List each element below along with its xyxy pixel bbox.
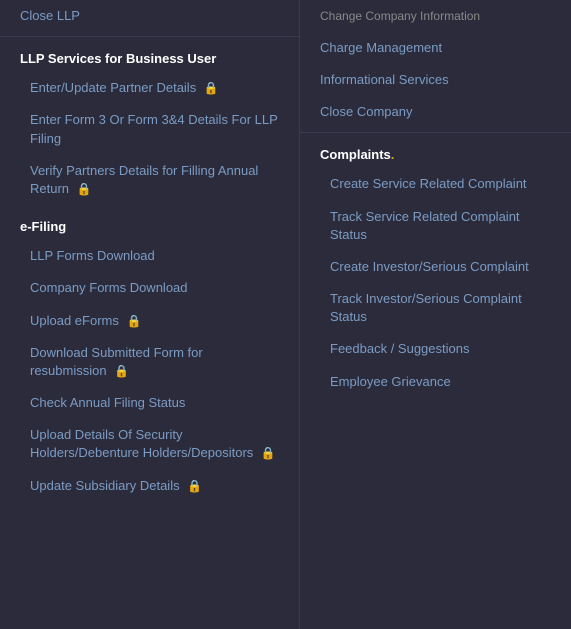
menu-item-download-submitted[interactable]: Download Submitted Form for resubmission… — [0, 337, 299, 387]
menu-item-close-company[interactable]: Close Company — [300, 96, 571, 128]
menu-item-track-investor-complaint[interactable]: Track Investor/Serious Complaint Status — [300, 283, 571, 333]
menu-item-charge-management[interactable]: Charge Management — [300, 32, 571, 64]
menu-item-charge-company-info[interactable]: Change Company Information — [300, 0, 571, 32]
lock-icon-upload-eforms: 🔒 — [127, 313, 142, 330]
left-panel: Close LLP LLP Services for Business User… — [0, 0, 300, 629]
divider-right — [300, 132, 571, 133]
menu-item-company-forms-download[interactable]: Company Forms Download — [0, 272, 299, 304]
lock-icon-upload-security: 🔒 — [261, 445, 276, 462]
right-panel: Change Company Information Charge Manage… — [300, 0, 571, 629]
divider-1 — [0, 36, 299, 37]
menu-item-informational-services[interactable]: Informational Services — [300, 64, 571, 96]
menu-item-llp-forms-download[interactable]: LLP Forms Download — [0, 240, 299, 272]
menu-item-employee-grievance[interactable]: Employee Grievance — [300, 366, 571, 398]
lock-icon-0: 🔒 — [204, 80, 219, 97]
complaints-header: Complaints. — [300, 137, 571, 168]
menu-item-create-investor-complaint[interactable]: Create Investor/Serious Complaint — [300, 251, 571, 283]
menu-item-form3[interactable]: Enter Form 3 Or Form 3&4 Details For LLP… — [0, 104, 299, 154]
lock-icon-2: 🔒 — [77, 181, 92, 198]
menu-item-update-subsidiary[interactable]: Update Subsidiary Details 🔒 — [0, 470, 299, 502]
llp-services-header: LLP Services for Business User — [0, 41, 299, 72]
efiling-header: e-Filing — [0, 209, 299, 240]
menu-item-upload-eforms[interactable]: Upload eForms 🔒 — [0, 305, 299, 337]
menu-item-close-llp[interactable]: Close LLP — [0, 0, 299, 32]
menu-item-check-annual-filing[interactable]: Check Annual Filing Status — [0, 387, 299, 419]
menu-item-create-service-complaint[interactable]: Create Service Related Complaint — [300, 168, 571, 200]
lock-icon-download-submitted: 🔒 — [114, 363, 129, 380]
lock-icon-update-subsidiary: 🔒 — [187, 478, 202, 495]
menu-item-verify-partners[interactable]: Verify Partners Details for Filling Annu… — [0, 155, 299, 205]
menu-item-feedback-suggestions[interactable]: Feedback / Suggestions — [300, 333, 571, 365]
menu-item-track-service-complaint[interactable]: Track Service Related Complaint Status — [300, 201, 571, 251]
menu-item-upload-security[interactable]: Upload Details Of Security Holders/Deben… — [0, 419, 299, 469]
menu-item-enter-update-partner[interactable]: Enter/Update Partner Details 🔒 — [0, 72, 299, 104]
